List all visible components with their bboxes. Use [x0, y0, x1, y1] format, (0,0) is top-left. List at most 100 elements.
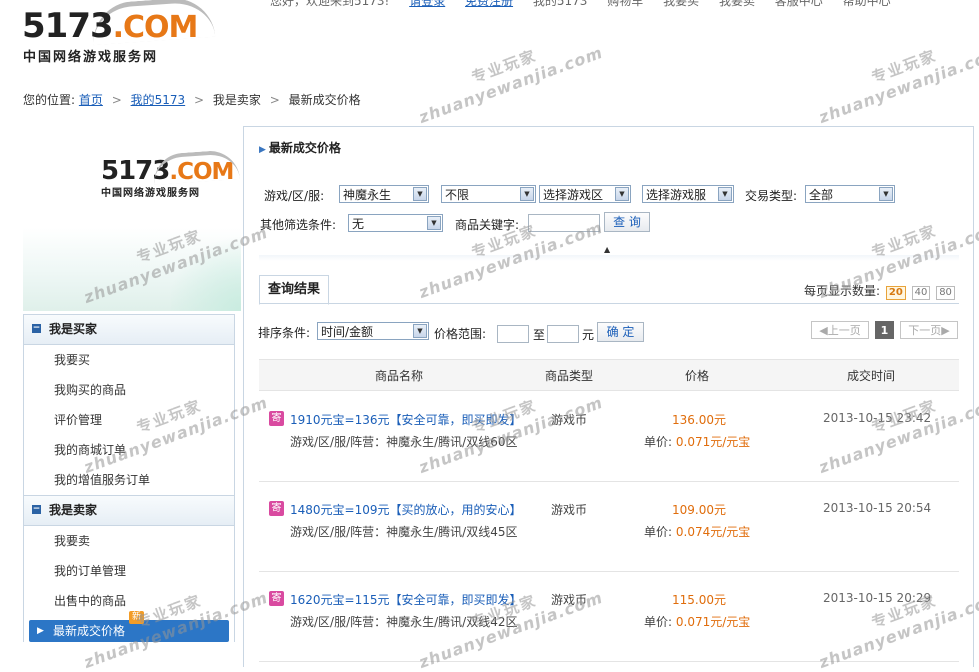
- item-unit-price: 单价: 0.071元/元宝: [644, 435, 751, 449]
- sidebar-menu: − 我是买家 我要买 我购买的商品 评价管理 我的商城订单 我的增值服务订单 − 我…: [23, 314, 235, 642]
- confirm-button[interactable]: 确 定: [597, 322, 644, 342]
- dropdown-arrow-icon: ▼: [718, 187, 732, 201]
- top-nav-welcome: 您好，欢迎来到5173!: [270, 0, 390, 8]
- breadcrumb-seller: 我是卖家: [212, 93, 261, 107]
- other-filter-select[interactable]: 无 ▼: [348, 214, 443, 232]
- item-server: 游戏/区/服/阵营：神魔永生/腾讯/双线60区: [290, 435, 518, 449]
- item-price: 109.00元: [672, 503, 726, 517]
- tab-results[interactable]: 查询结果: [259, 275, 329, 305]
- top-nav-help[interactable]: 帮助中心: [843, 0, 891, 8]
- item-time: 2013-10-15 20:29: [823, 591, 932, 605]
- price-range-unit: 元: [582, 328, 595, 342]
- item-time: 2013-10-15 23:42: [823, 411, 932, 425]
- top-nav-register[interactable]: 免费注册: [465, 0, 513, 8]
- sidebar-logo: 5173.COM 中国网络游戏服务网: [101, 149, 240, 199]
- consignment-tag: 寄: [269, 411, 284, 426]
- panel-title: ▶ 最新成交价格: [259, 141, 341, 155]
- price-min-input[interactable]: [497, 325, 529, 343]
- top-nav-cart[interactable]: 购物车: [607, 0, 643, 8]
- top-nav-buy[interactable]: 我要买: [663, 0, 699, 8]
- dropdown-arrow-icon: ▼: [413, 187, 427, 201]
- sidebar-item-purchased[interactable]: 我购买的商品: [24, 375, 234, 405]
- top-nav-login[interactable]: 请登录: [409, 0, 445, 8]
- prev-page-button[interactable]: ◀上一页: [811, 321, 869, 339]
- sidebar-item-order-manage[interactable]: 我的订单管理: [24, 556, 234, 586]
- breadcrumb-label: 您的位置:: [23, 93, 76, 107]
- item-time: 2013-10-15 20:54: [823, 501, 932, 515]
- sidebar-logo-swoosh: [152, 149, 240, 185]
- column-header-name[interactable]: 商品名称: [375, 367, 423, 384]
- top-nav-service[interactable]: 客服中心: [775, 0, 823, 8]
- chevron-left-icon: ◀: [819, 324, 828, 337]
- sidebar-item-sell[interactable]: 我要卖: [24, 526, 234, 556]
- next-page-button[interactable]: 下一页▶: [900, 321, 958, 339]
- sidebar-item-label: 最新成交价格: [53, 624, 126, 638]
- zone-select[interactable]: 选择游戏区 ▼: [539, 185, 631, 203]
- item-server: 游戏/区/服/阵营：神魔永生/腾讯/双线45区: [290, 525, 518, 539]
- filter-divider: [259, 255, 959, 261]
- search-button[interactable]: 查 询: [604, 212, 650, 232]
- sort-select[interactable]: 时间/金额 ▼: [317, 322, 429, 340]
- column-header-time[interactable]: 成交时间: [847, 367, 895, 384]
- sidebar-item-vas-orders[interactable]: 我的增值服务订单: [24, 465, 234, 495]
- consignment-tag: 寄: [269, 591, 284, 606]
- site-logo[interactable]: 5173.COM 中国网络游戏服务网: [22, 0, 216, 66]
- limit-select[interactable]: 不限 ▼: [441, 185, 536, 203]
- breadcrumb-separator-icon: >: [193, 93, 205, 107]
- column-header-type[interactable]: 商品类型: [545, 367, 593, 384]
- breadcrumb-separator-icon: >: [269, 93, 280, 107]
- sidebar-logo-subtitle: 中国网络游戏服务网: [101, 188, 200, 199]
- price-range-to: 至: [533, 328, 546, 342]
- dropdown-arrow-icon: ▼: [615, 187, 629, 201]
- item-title-link[interactable]: 1910元宝=136元【安全可靠，即买即发】: [290, 411, 522, 428]
- item-unit-price: 单价: 0.074元/元宝: [644, 525, 751, 539]
- per-page-40[interactable]: 40: [911, 286, 931, 300]
- dropdown-arrow-icon: ▼: [427, 216, 441, 230]
- keyword-input[interactable]: [528, 214, 600, 232]
- logo-wordmark: 5173.COM: [22, 6, 198, 46]
- game-select[interactable]: 神魔永生 ▼: [339, 185, 429, 203]
- top-nav: 您好，欢迎来到5173! 请登录 免费注册 我的5173 购物车 我要买 我要卖…: [270, 0, 907, 9]
- menu-head-buyer[interactable]: − 我是买家: [24, 315, 234, 345]
- new-badge: 新: [129, 611, 145, 624]
- table-row: 寄 1620元宝=115元【安全可靠，即买即发】 游戏/区/服/阵营：神魔永生/…: [259, 571, 959, 662]
- watermark: 专业玩家 zhuanyewanjia.com: [816, 42, 979, 128]
- sidebar-item-latest-prices[interactable]: ▶ 最新成交价格 新: [29, 611, 229, 642]
- per-page-20[interactable]: 20: [885, 286, 906, 300]
- breadcrumb-current: 最新成交价格: [288, 93, 361, 107]
- trade-type-label: 交易类型:: [745, 189, 798, 203]
- per-page-selector: 每页显示数量: 20 40 80: [804, 282, 955, 300]
- dropdown-arrow-icon: ▼: [879, 187, 893, 201]
- sidebar-item-buy[interactable]: 我要买: [24, 345, 234, 375]
- page-number-current[interactable]: 1: [875, 321, 894, 339]
- sidebar-item-mall-orders[interactable]: 我的商城订单: [24, 435, 234, 465]
- top-nav-my5173[interactable]: 我的5173: [533, 0, 588, 8]
- item-type: 游戏币: [551, 593, 588, 607]
- item-price: 115.00元: [672, 593, 726, 607]
- menu-head-seller[interactable]: − 我是卖家: [24, 495, 234, 526]
- game-label: 游戏/区/服:: [264, 189, 325, 203]
- collapse-up-icon[interactable]: ▲: [604, 245, 610, 254]
- price-range-label: 价格范围:: [434, 327, 487, 341]
- arrow-right-icon: ▶: [37, 626, 44, 636]
- price-max-input[interactable]: [547, 325, 579, 343]
- column-header-price[interactable]: 价格: [685, 367, 709, 384]
- table-row: 寄 1480元宝=109元【买的放心，用的安心】 游戏/区/服/阵营：神魔永生/…: [259, 481, 959, 572]
- breadcrumb-home[interactable]: 首页: [79, 93, 103, 107]
- top-nav-sell[interactable]: 我要卖: [719, 0, 755, 8]
- main-panel: ▶ 最新成交价格 游戏/区/服: 神魔永生 ▼ 不限 ▼ 选择游戏区 ▼ 选择游戏服 ▼ …: [243, 126, 974, 667]
- collapse-icon: −: [32, 504, 41, 514]
- item-type: 游戏币: [551, 503, 588, 517]
- server-select[interactable]: 选择游戏服 ▼: [642, 185, 734, 203]
- item-title-link[interactable]: 1480元宝=109元【买的放心，用的安心】: [290, 501, 522, 518]
- item-title-link[interactable]: 1620元宝=115元【安全可靠，即买即发】: [290, 591, 522, 608]
- trade-type-select[interactable]: 全部 ▼: [805, 185, 895, 203]
- keyword-label: 商品关键字:: [455, 218, 520, 232]
- collapse-icon: −: [32, 323, 41, 333]
- chevron-right-icon: ▶: [941, 324, 950, 337]
- table-row: 寄 1910元宝=136元【安全可靠，即买即发】 游戏/区/服/阵营：神魔永生/…: [259, 391, 959, 482]
- breadcrumb-my5173[interactable]: 我的5173: [131, 93, 186, 107]
- other-filter-label: 其他筛选条件:: [260, 218, 337, 232]
- per-page-80[interactable]: 80: [936, 286, 955, 300]
- sidebar-item-reviews[interactable]: 评价管理: [24, 405, 234, 435]
